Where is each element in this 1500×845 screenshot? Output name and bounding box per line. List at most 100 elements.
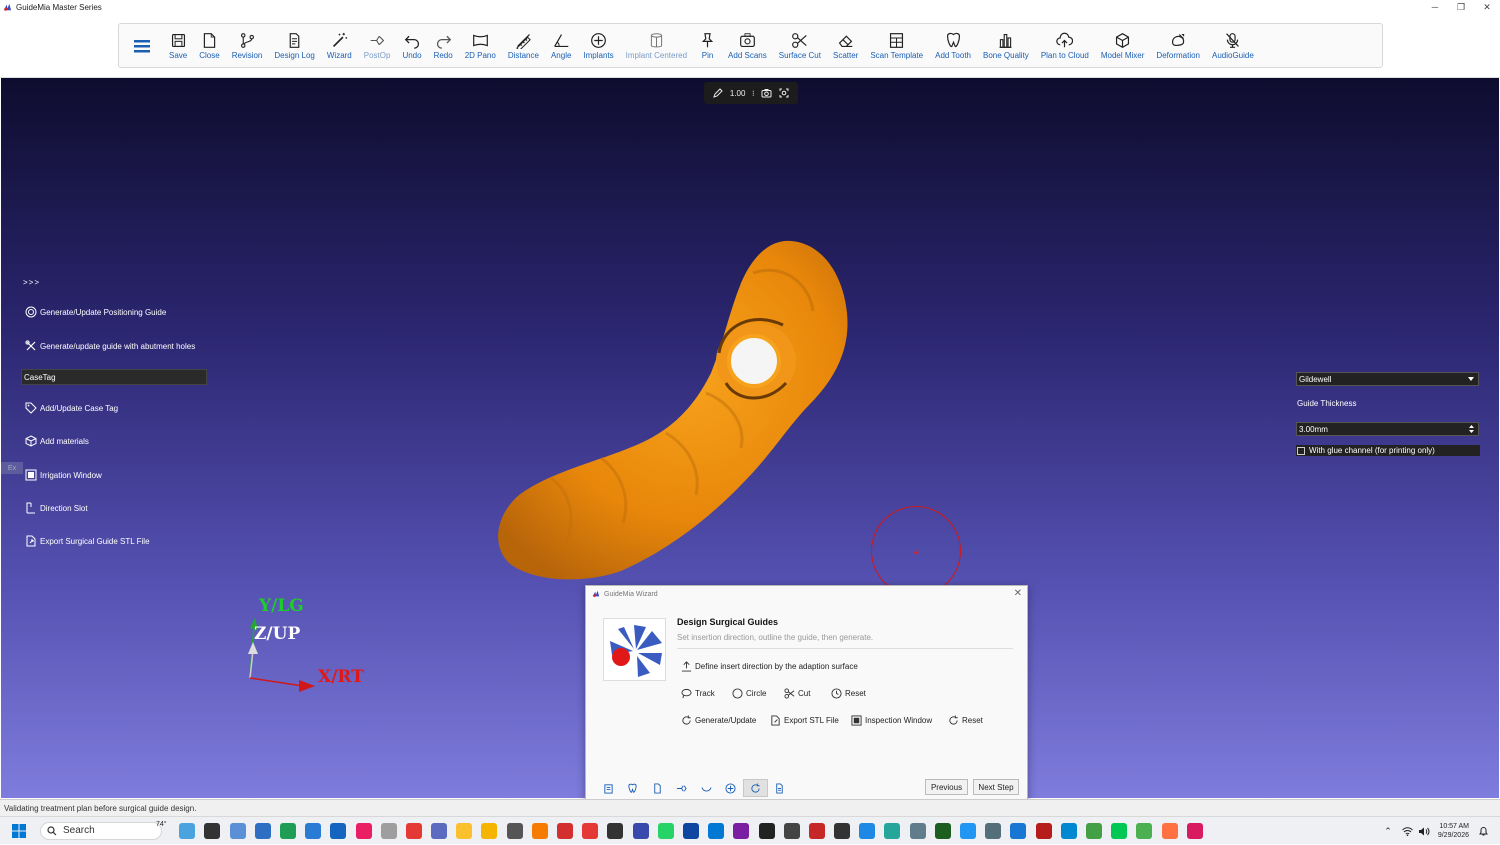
reset-outline-button[interactable]: Reset [831, 688, 866, 699]
toolbar-surface-cut-button[interactable]: Surface Cut [774, 26, 826, 66]
track-button[interactable]: Track [681, 688, 715, 699]
inspection-window-button[interactable]: Inspection Window [851, 715, 932, 726]
reset-guide-button[interactable]: Reset [948, 715, 983, 726]
side-item-irrigation-window[interactable]: Irrigation Window [25, 469, 102, 481]
fit-view-icon[interactable] [779, 88, 789, 98]
taskbar-app-icon[interactable] [657, 822, 674, 839]
toolbar-angle-button[interactable]: Angle [546, 26, 576, 66]
side-item-case-tag[interactable]: Add/Update Case Tag [25, 402, 118, 414]
taskbar-app-icon[interactable] [456, 822, 473, 839]
taskbar-app-icon[interactable] [481, 822, 498, 839]
taskbar-app-icon[interactable] [1111, 822, 1128, 839]
windows-start-icon[interactable] [12, 823, 26, 838]
camera-icon[interactable] [761, 88, 772, 98]
taskbar-app-icon[interactable] [330, 822, 347, 839]
tray-overflow-icon[interactable]: ⌃ [1384, 826, 1392, 837]
taskbar-app-icon[interactable] [607, 822, 624, 839]
step-path[interactable] [670, 779, 695, 797]
taskbar-app-icon[interactable] [859, 822, 876, 839]
toolbar-deformation-button[interactable]: Deformation [1151, 26, 1205, 66]
taskbar-app-icon[interactable] [582, 822, 599, 839]
taskbar-search[interactable]: Search [40, 821, 162, 840]
taskbar-app-icon[interactable] [431, 822, 448, 839]
step-implant[interactable] [719, 779, 744, 797]
side-panel-toggle[interactable]: >>> [23, 278, 40, 287]
toolbar-implant-centered-button[interactable]: Implant Centered [621, 26, 692, 66]
toolbar-revision-button[interactable]: Revision [227, 26, 268, 66]
taskbar-app-icon[interactable] [1085, 822, 1102, 839]
taskbar-app-icon[interactable] [1161, 822, 1178, 839]
toolbar-bone-quality-button[interactable]: Bone Quality [978, 26, 1034, 66]
window-close-button[interactable]: ✕ [1474, 0, 1500, 14]
side-item-export-stl[interactable]: Export Surgical Guide STL File [25, 535, 150, 547]
taskbar-app-icon[interactable] [808, 822, 825, 839]
minimize-button[interactable]: ─ [1422, 0, 1448, 14]
taskbar-app-icon[interactable] [380, 822, 397, 839]
checkbox-box[interactable] [1297, 446, 1305, 455]
taskbar-app-icon[interactable] [960, 822, 976, 839]
zoom-value[interactable]: 1.00 [730, 89, 746, 98]
next-step-button[interactable]: Next Step [973, 779, 1019, 795]
volume-icon[interactable] [1418, 827, 1430, 836]
taskbar-app-icon[interactable] [783, 822, 800, 839]
taskbar-app-icon[interactable] [834, 822, 851, 839]
taskbar-app-icon[interactable] [733, 822, 750, 839]
toolbar-design-log-button[interactable]: Design Log [269, 26, 319, 66]
toolbar-2d-pano-button[interactable]: 2D Pano [460, 26, 501, 66]
taskbar-app-icon[interactable] [305, 822, 322, 839]
step-report[interactable] [768, 779, 793, 797]
side-item-direction-slot[interactable]: Direction Slot [25, 502, 88, 514]
toolbar-add-tooth-button[interactable]: Add Tooth [930, 26, 976, 66]
taskbar-app-icon[interactable] [179, 822, 196, 839]
toolbar-wizard-button[interactable]: Wizard [322, 26, 357, 66]
taskbar-app-icon[interactable] [934, 822, 951, 839]
taskbar-app-icon[interactable] [506, 822, 523, 839]
restore-button[interactable]: ❐ [1448, 0, 1474, 14]
glue-channel-checkbox[interactable]: With glue channel (for printing only) [1296, 445, 1480, 456]
side-item-abutment-holes[interactable]: Generate/update guide with abutment hole… [25, 340, 195, 352]
export-stl-button[interactable]: Export STL File [770, 715, 839, 726]
guide-thickness-spinner[interactable]: 3.00mm [1296, 422, 1479, 436]
toolbar-distance-button[interactable]: Distance [503, 26, 544, 66]
circle-button[interactable]: Circle [732, 688, 766, 699]
toolbar-pin-button[interactable]: Pin [694, 26, 721, 66]
weather-widget[interactable]: 74° [156, 821, 167, 828]
step-tooth[interactable] [621, 779, 646, 797]
taskbar-app-icon[interactable] [884, 822, 901, 839]
taskbar-app-icon[interactable] [254, 822, 271, 839]
taskbar-app-icon[interactable] [279, 822, 296, 839]
toolbar-undo-button[interactable]: Undo [397, 26, 426, 66]
taskbar-app-icon[interactable] [531, 822, 548, 839]
material-select[interactable]: Gildewell [1296, 372, 1479, 386]
taskbar-app-icon[interactable] [758, 822, 775, 839]
step-clipboard[interactable] [596, 779, 621, 797]
dental-model[interactable] [491, 233, 861, 583]
toolbar-postop-button[interactable]: PostOp [359, 26, 396, 66]
toolbar-save-button[interactable]: Save [164, 26, 192, 66]
spinner-arrows-icon[interactable] [1469, 425, 1474, 433]
toolbar-close-button[interactable]: Close [194, 26, 224, 66]
taskbar-clock[interactable]: 10:57 AM 9/29/2026 [1438, 822, 1469, 840]
step-file[interactable] [645, 779, 670, 797]
taskbar-app-icon[interactable] [1186, 822, 1203, 839]
toolbar-scan-template-button[interactable]: Scan Template [865, 26, 928, 66]
taskbar-app-icon[interactable] [355, 822, 372, 839]
toolbar-add-scans-button[interactable]: Add Scans [723, 26, 772, 66]
notification-bell-icon[interactable] [1479, 826, 1488, 836]
taskbar-app-icon[interactable] [1010, 822, 1027, 839]
casetag-input[interactable]: CaseTag [21, 369, 207, 385]
pencil-icon[interactable] [713, 88, 723, 98]
wifi-icon[interactable] [1401, 826, 1413, 836]
taskbar-app-icon[interactable] [204, 822, 221, 839]
generate-update-button[interactable]: Generate/Update [681, 715, 756, 726]
hamburger-menu-button[interactable] [127, 29, 157, 63]
side-item-positioning-guide[interactable]: Generate/Update Positioning Guide [25, 306, 166, 318]
collapsed-side-tab[interactable]: Ex [1, 462, 23, 474]
toolbar-scatter-button[interactable]: Scatter [828, 26, 863, 66]
previous-button[interactable]: Previous [925, 779, 968, 795]
taskbar-app-icon[interactable] [985, 822, 1002, 839]
taskbar-app-icon[interactable] [405, 822, 422, 839]
taskbar-app-icon[interactable] [632, 822, 649, 839]
taskbar-app-icon[interactable] [229, 822, 246, 839]
taskbar-app-icon[interactable] [708, 822, 725, 839]
